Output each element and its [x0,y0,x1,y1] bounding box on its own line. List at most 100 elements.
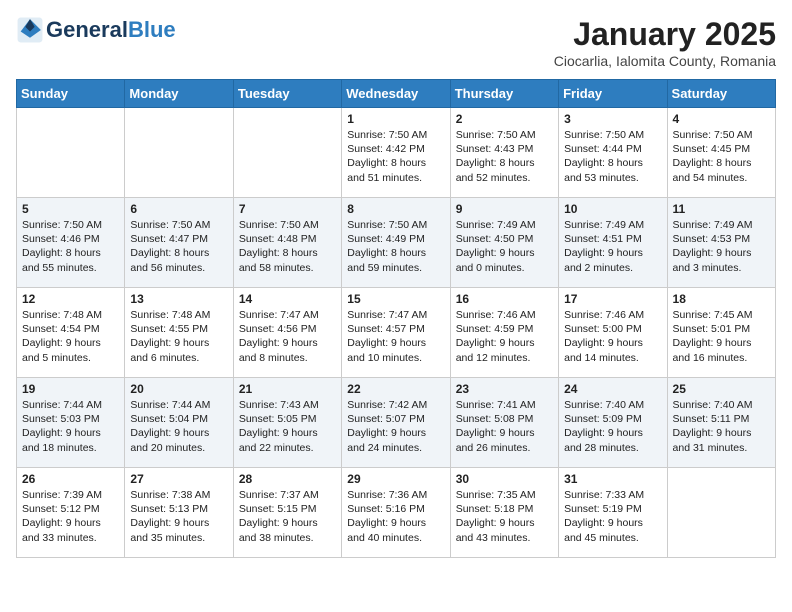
cell-info: Sunrise: 7:45 AMSunset: 5:01 PMDaylight:… [673,308,770,365]
day-number: 12 [22,292,119,306]
day-number: 15 [347,292,444,306]
day-number: 14 [239,292,336,306]
calendar-week-row: 5Sunrise: 7:50 AMSunset: 4:46 PMDaylight… [17,198,776,288]
cell-info: Sunrise: 7:39 AMSunset: 5:12 PMDaylight:… [22,488,119,545]
calendar-cell: 11 Sunrise: 7:49 AMSunset: 4:53 PMDayligh… [667,198,775,288]
cell-info: Sunrise: 7:36 AMSunset: 5:16 PMDaylight:… [347,488,444,545]
day-number: 27 [130,472,227,486]
day-number: 9 [456,202,553,216]
day-number: 3 [564,112,661,126]
day-number: 11 [673,202,770,216]
calendar-cell [125,108,233,198]
day-number: 5 [22,202,119,216]
cell-info: Sunrise: 7:50 AMSunset: 4:48 PMDaylight:… [239,218,336,275]
page-header: GeneralBlue January 2025 Ciocarlia, Ialo… [16,16,776,69]
cell-info: Sunrise: 7:44 AMSunset: 5:03 PMDaylight:… [22,398,119,455]
day-number: 13 [130,292,227,306]
weekday-header: Tuesday [233,80,341,108]
day-number: 29 [347,472,444,486]
cell-info: Sunrise: 7:50 AMSunset: 4:45 PMDaylight:… [673,128,770,185]
calendar-cell: 27 Sunrise: 7:38 AMSunset: 5:13 PMDayligh… [125,468,233,558]
cell-info: Sunrise: 7:49 AMSunset: 4:50 PMDaylight:… [456,218,553,275]
calendar-cell: 22Sunrise: 7:42 AMSunset: 5:07 PMDayligh… [342,378,450,468]
cell-info: Sunrise: 7:48 AMSunset: 4:54 PMDaylight:… [22,308,119,365]
calendar-cell: 21 Sunrise: 7:43 AMSunset: 5:05 PMDayligh… [233,378,341,468]
logo-general: General [46,17,128,43]
logo-icon [16,16,44,44]
calendar-cell [17,108,125,198]
weekday-header: Monday [125,80,233,108]
calendar-cell: 14 Sunrise: 7:47 AMSunset: 4:56 PMDayligh… [233,288,341,378]
day-number: 10 [564,202,661,216]
logo-blue: Blue [128,17,176,43]
calendar-cell: 31Sunrise: 7:33 AMSunset: 5:19 PMDayligh… [559,468,667,558]
calendar-cell: 25Sunrise: 7:40 AMSunset: 5:11 PMDayligh… [667,378,775,468]
calendar-week-row: 26 Sunrise: 7:39 AMSunset: 5:12 PMDayligh… [17,468,776,558]
calendar-table: SundayMondayTuesdayWednesdayThursdayFrid… [16,79,776,558]
calendar-cell [667,468,775,558]
calendar-cell [233,108,341,198]
cell-info: Sunrise: 7:40 AMSunset: 5:09 PMDaylight:… [564,398,661,455]
cell-info: Sunrise: 7:50 AMSunset: 4:47 PMDaylight:… [130,218,227,275]
cell-info: Sunrise: 7:50 AMSunset: 4:42 PMDaylight:… [347,128,444,185]
calendar-cell: 9 Sunrise: 7:49 AMSunset: 4:50 PMDaylight… [450,198,558,288]
calendar-cell: 20 Sunrise: 7:44 AMSunset: 5:04 PMDayligh… [125,378,233,468]
cell-info: Sunrise: 7:47 AMSunset: 4:57 PMDaylight:… [347,308,444,365]
day-number: 6 [130,202,227,216]
cell-info: Sunrise: 7:49 AMSunset: 4:51 PMDaylight:… [564,218,661,275]
calendar-cell: 6 Sunrise: 7:50 AMSunset: 4:47 PMDaylight… [125,198,233,288]
calendar-cell: 2 Sunrise: 7:50 AMSunset: 4:43 PMDaylight… [450,108,558,198]
weekday-header: Thursday [450,80,558,108]
calendar-cell: 29 Sunrise: 7:36 AMSunset: 5:16 PMDayligh… [342,468,450,558]
day-number: 16 [456,292,553,306]
day-number: 30 [456,472,553,486]
calendar-cell: 3 Sunrise: 7:50 AMSunset: 4:44 PMDaylight… [559,108,667,198]
logo: GeneralBlue [16,16,176,44]
cell-info: Sunrise: 7:50 AMSunset: 4:43 PMDaylight:… [456,128,553,185]
day-number: 21 [239,382,336,396]
calendar-week-row: 19 Sunrise: 7:44 AMSunset: 5:03 PMDayligh… [17,378,776,468]
calendar-cell: 30 Sunrise: 7:35 AMSunset: 5:18 PMDayligh… [450,468,558,558]
cell-info: Sunrise: 7:49 AMSunset: 4:53 PMDaylight:… [673,218,770,275]
calendar-cell: 18 Sunrise: 7:45 AMSunset: 5:01 PMDayligh… [667,288,775,378]
cell-info: Sunrise: 7:43 AMSunset: 5:05 PMDaylight:… [239,398,336,455]
cell-info: Sunrise: 7:50 AMSunset: 4:49 PMDaylight:… [347,218,444,275]
day-number: 2 [456,112,553,126]
calendar-cell: 10 Sunrise: 7:49 AMSunset: 4:51 PMDayligh… [559,198,667,288]
calendar-cell: 15 Sunrise: 7:47 AMSunset: 4:57 PMDayligh… [342,288,450,378]
month-title: January 2025 [554,16,776,53]
calendar-week-row: 1Sunrise: 7:50 AMSunset: 4:42 PMDaylight… [17,108,776,198]
calendar-cell: 26 Sunrise: 7:39 AMSunset: 5:12 PMDayligh… [17,468,125,558]
title-block: January 2025 Ciocarlia, Ialomita County,… [554,16,776,69]
day-number: 4 [673,112,770,126]
calendar-week-row: 12 Sunrise: 7:48 AMSunset: 4:54 PMDayligh… [17,288,776,378]
weekday-header: Friday [559,80,667,108]
calendar-cell: 12 Sunrise: 7:48 AMSunset: 4:54 PMDayligh… [17,288,125,378]
cell-info: Sunrise: 7:35 AMSunset: 5:18 PMDaylight:… [456,488,553,545]
cell-info: Sunrise: 7:47 AMSunset: 4:56 PMDaylight:… [239,308,336,365]
cell-info: Sunrise: 7:44 AMSunset: 5:04 PMDaylight:… [130,398,227,455]
day-number: 8 [347,202,444,216]
cell-info: Sunrise: 7:40 AMSunset: 5:11 PMDaylight:… [673,398,770,455]
calendar-cell: 19 Sunrise: 7:44 AMSunset: 5:03 PMDayligh… [17,378,125,468]
day-number: 22 [347,382,444,396]
cell-info: Sunrise: 7:50 AMSunset: 4:44 PMDaylight:… [564,128,661,185]
cell-info: Sunrise: 7:33 AMSunset: 5:19 PMDaylight:… [564,488,661,545]
day-number: 20 [130,382,227,396]
calendar-cell: 16 Sunrise: 7:46 AMSunset: 4:59 PMDayligh… [450,288,558,378]
cell-info: Sunrise: 7:38 AMSunset: 5:13 PMDaylight:… [130,488,227,545]
day-number: 18 [673,292,770,306]
calendar-cell: 23Sunrise: 7:41 AMSunset: 5:08 PMDayligh… [450,378,558,468]
calendar-cell: 13Sunrise: 7:48 AMSunset: 4:55 PMDayligh… [125,288,233,378]
day-number: 19 [22,382,119,396]
weekday-header: Wednesday [342,80,450,108]
day-number: 23 [456,382,553,396]
weekday-header: Saturday [667,80,775,108]
cell-info: Sunrise: 7:37 AMSunset: 5:15 PMDaylight:… [239,488,336,545]
calendar-cell: 7 Sunrise: 7:50 AMSunset: 4:48 PMDaylight… [233,198,341,288]
day-number: 7 [239,202,336,216]
day-number: 26 [22,472,119,486]
day-number: 17 [564,292,661,306]
calendar-cell: 24Sunrise: 7:40 AMSunset: 5:09 PMDayligh… [559,378,667,468]
cell-info: Sunrise: 7:46 AMSunset: 4:59 PMDaylight:… [456,308,553,365]
